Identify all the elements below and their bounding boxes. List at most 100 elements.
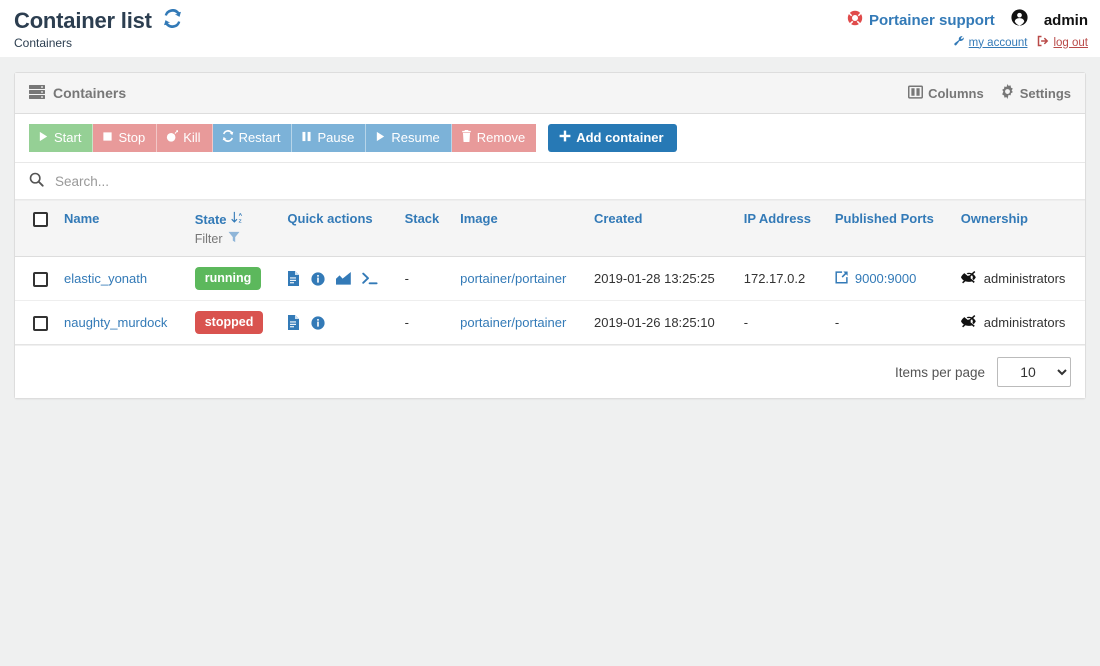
column-header-stack[interactable]: Stack bbox=[396, 200, 453, 257]
admin-username: admin bbox=[1043, 11, 1088, 29]
cell-quick-actions bbox=[279, 300, 397, 345]
pause-icon bbox=[301, 130, 312, 146]
server-icon bbox=[29, 84, 45, 102]
settings-button[interactable]: Settings bbox=[1000, 84, 1071, 102]
cell-quick-actions bbox=[279, 256, 397, 301]
settings-label: Settings bbox=[1019, 85, 1071, 101]
bomb-icon bbox=[166, 130, 179, 146]
header-user-row: Portainer support admin bbox=[847, 9, 1088, 32]
plus-icon bbox=[559, 130, 571, 146]
state-filter-button[interactable]: Filter bbox=[195, 231, 272, 246]
kill-button[interactable]: Kill bbox=[157, 124, 213, 152]
ownership-group: administrators bbox=[960, 270, 1077, 287]
refresh-icon[interactable] bbox=[163, 9, 182, 31]
column-header-quick-actions: Quick actions bbox=[279, 200, 397, 257]
start-button[interactable]: Start bbox=[29, 124, 94, 152]
cell-image: portainer/portainer bbox=[452, 300, 586, 345]
table-row: elastic_yonath running - portainer/porta… bbox=[15, 256, 1085, 301]
table-row: naughty_murdock stopped - portainer/port… bbox=[15, 300, 1085, 345]
my-account-link[interactable]: my account bbox=[969, 37, 1028, 49]
console-icon[interactable] bbox=[362, 272, 378, 285]
row-select-cell bbox=[15, 300, 56, 345]
status-badge: stopped bbox=[194, 311, 264, 334]
state-filter-label: Filter bbox=[194, 231, 223, 246]
restart-button[interactable]: Restart bbox=[212, 124, 293, 152]
panel-title-group: Containers bbox=[29, 84, 127, 102]
page-title: Container list bbox=[14, 8, 152, 33]
pause-button[interactable]: Pause bbox=[292, 124, 367, 152]
remove-label: Remove bbox=[476, 130, 526, 145]
cell-published-ports: 9000:9000 bbox=[826, 256, 953, 301]
column-header-ip-address-label: IP Address bbox=[743, 211, 811, 226]
refresh-icon bbox=[222, 130, 234, 146]
items-per-page-select[interactable]: 102550100 bbox=[997, 357, 1071, 387]
play-icon bbox=[375, 130, 386, 146]
cell-ip-address: 172.17.0.2 bbox=[735, 256, 827, 301]
column-header-state[interactable]: State AZ Filter bbox=[186, 200, 280, 257]
panel-actions: Columns Settings bbox=[908, 84, 1071, 102]
column-header-name[interactable]: Name bbox=[56, 200, 187, 257]
remove-button[interactable]: Remove bbox=[451, 124, 537, 152]
row-checkbox[interactable] bbox=[33, 315, 48, 331]
published-ports-group: 9000:9000 bbox=[835, 270, 945, 287]
column-header-image[interactable]: Image bbox=[452, 200, 586, 257]
cell-state: stopped bbox=[186, 300, 280, 345]
svg-text:Z: Z bbox=[238, 219, 241, 224]
select-all-checkbox[interactable] bbox=[33, 212, 48, 228]
column-header-published-ports[interactable]: Published Ports bbox=[826, 200, 953, 257]
table-body: elastic_yonath running - portainer/porta… bbox=[15, 256, 1085, 345]
start-label: Start bbox=[54, 130, 82, 145]
trash-icon bbox=[461, 130, 472, 146]
container-action-buttons: Start Stop Kill Restart Pause Resume Rem… bbox=[29, 124, 537, 152]
status-badge: running bbox=[194, 267, 262, 290]
kill-label: Kill bbox=[183, 130, 201, 145]
svg-text:A: A bbox=[238, 212, 242, 218]
resume-button[interactable]: Resume bbox=[366, 124, 452, 152]
logout-link[interactable]: log out bbox=[1053, 37, 1088, 49]
cell-ip-address: - bbox=[735, 300, 827, 345]
logs-icon[interactable] bbox=[287, 271, 300, 286]
wrench-icon bbox=[953, 35, 965, 50]
stop-button[interactable]: Stop bbox=[93, 124, 158, 152]
container-name-link[interactable]: naughty_murdock bbox=[64, 315, 167, 330]
eye-slash-icon bbox=[960, 270, 977, 287]
stop-icon bbox=[102, 130, 113, 146]
panel-title-text: Containers bbox=[53, 85, 127, 101]
info-icon[interactable] bbox=[311, 271, 325, 286]
info-icon[interactable] bbox=[311, 315, 325, 330]
column-header-image-label: Image bbox=[460, 211, 498, 226]
cell-published-ports: - bbox=[826, 300, 953, 345]
cell-created: 2019-01-26 18:25:10 bbox=[585, 300, 736, 345]
cell-stack: - bbox=[396, 256, 453, 301]
columns-button[interactable]: Columns bbox=[908, 84, 984, 102]
column-header-ownership-label: Ownership bbox=[960, 211, 1028, 226]
cell-ownership: administrators bbox=[952, 256, 1085, 301]
external-link-icon bbox=[835, 270, 848, 287]
search-icon bbox=[29, 172, 44, 190]
life-ring-icon bbox=[847, 10, 863, 32]
panel-footer: Items per page 102550100 bbox=[15, 345, 1085, 398]
table-header-row: Name State AZ Filter Quick actions Stack… bbox=[15, 200, 1085, 257]
header-links-row: my account log out bbox=[847, 35, 1088, 50]
ownership-group: administrators bbox=[960, 314, 1077, 331]
cell-ownership: administrators bbox=[952, 300, 1085, 345]
row-checkbox[interactable] bbox=[33, 271, 48, 287]
column-header-ip-address[interactable]: IP Address bbox=[735, 200, 827, 257]
logs-icon[interactable] bbox=[287, 315, 300, 330]
container-name-link[interactable]: elastic_yonath bbox=[64, 271, 147, 286]
eye-slash-icon bbox=[960, 314, 977, 331]
column-header-ownership[interactable]: Ownership bbox=[952, 200, 1085, 257]
image-link[interactable]: portainer/portainer bbox=[460, 315, 566, 330]
add-container-button[interactable]: Add container bbox=[548, 124, 677, 152]
user-circle-icon bbox=[1011, 9, 1028, 32]
stats-icon[interactable] bbox=[336, 272, 352, 285]
play-icon bbox=[38, 130, 49, 146]
column-header-created[interactable]: Created bbox=[585, 200, 736, 257]
search-input[interactable] bbox=[53, 172, 1071, 190]
portainer-support-link[interactable]: Portainer support bbox=[869, 11, 995, 31]
quick-actions-group bbox=[287, 315, 388, 330]
image-link[interactable]: portainer/portainer bbox=[460, 271, 566, 286]
cell-state: running bbox=[186, 256, 280, 301]
published-port-link[interactable]: 9000:9000 bbox=[855, 271, 916, 286]
action-toolbar: Start Stop Kill Restart Pause Resume Rem… bbox=[15, 114, 1085, 163]
